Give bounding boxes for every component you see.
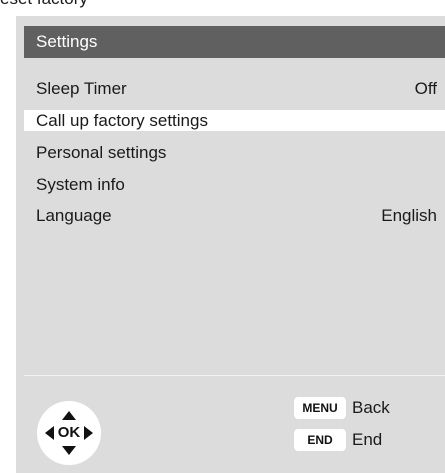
end-hint-label: End [352,430,383,449]
end-key-badge: END [294,429,346,451]
menu-item-label: System info [36,175,125,194]
settings-title: Settings [24,26,445,58]
ok-label: OK [57,424,81,441]
menu-item-value: Off [414,79,437,98]
menu-item-label: Call up factory settings [36,111,208,130]
settings-panel: Settings Sleep Timer Off Call up factory… [16,16,445,473]
ok-navigation-pad-icon: OK [37,401,101,465]
menu-item-system-info[interactable]: System info [24,174,445,195]
menu-item-personal-settings[interactable]: Personal settings [24,142,445,163]
menu-item-sleep-timer[interactable]: Sleep Timer Off [24,78,445,99]
menu-item-label: Personal settings [36,143,167,162]
menu-item-label: Language [36,206,112,225]
footer-divider [24,375,445,376]
menu-key-badge: MENU [294,397,346,419]
back-hint-label: Back [352,398,390,417]
menu-item-label: Sleep Timer [36,79,127,98]
menu-item-factory-settings[interactable]: Call up factory settings [24,110,445,131]
clipped-text: eset factory [0,0,200,9]
menu-item-language[interactable]: Language English [24,205,445,226]
menu-item-value: English [381,206,437,225]
